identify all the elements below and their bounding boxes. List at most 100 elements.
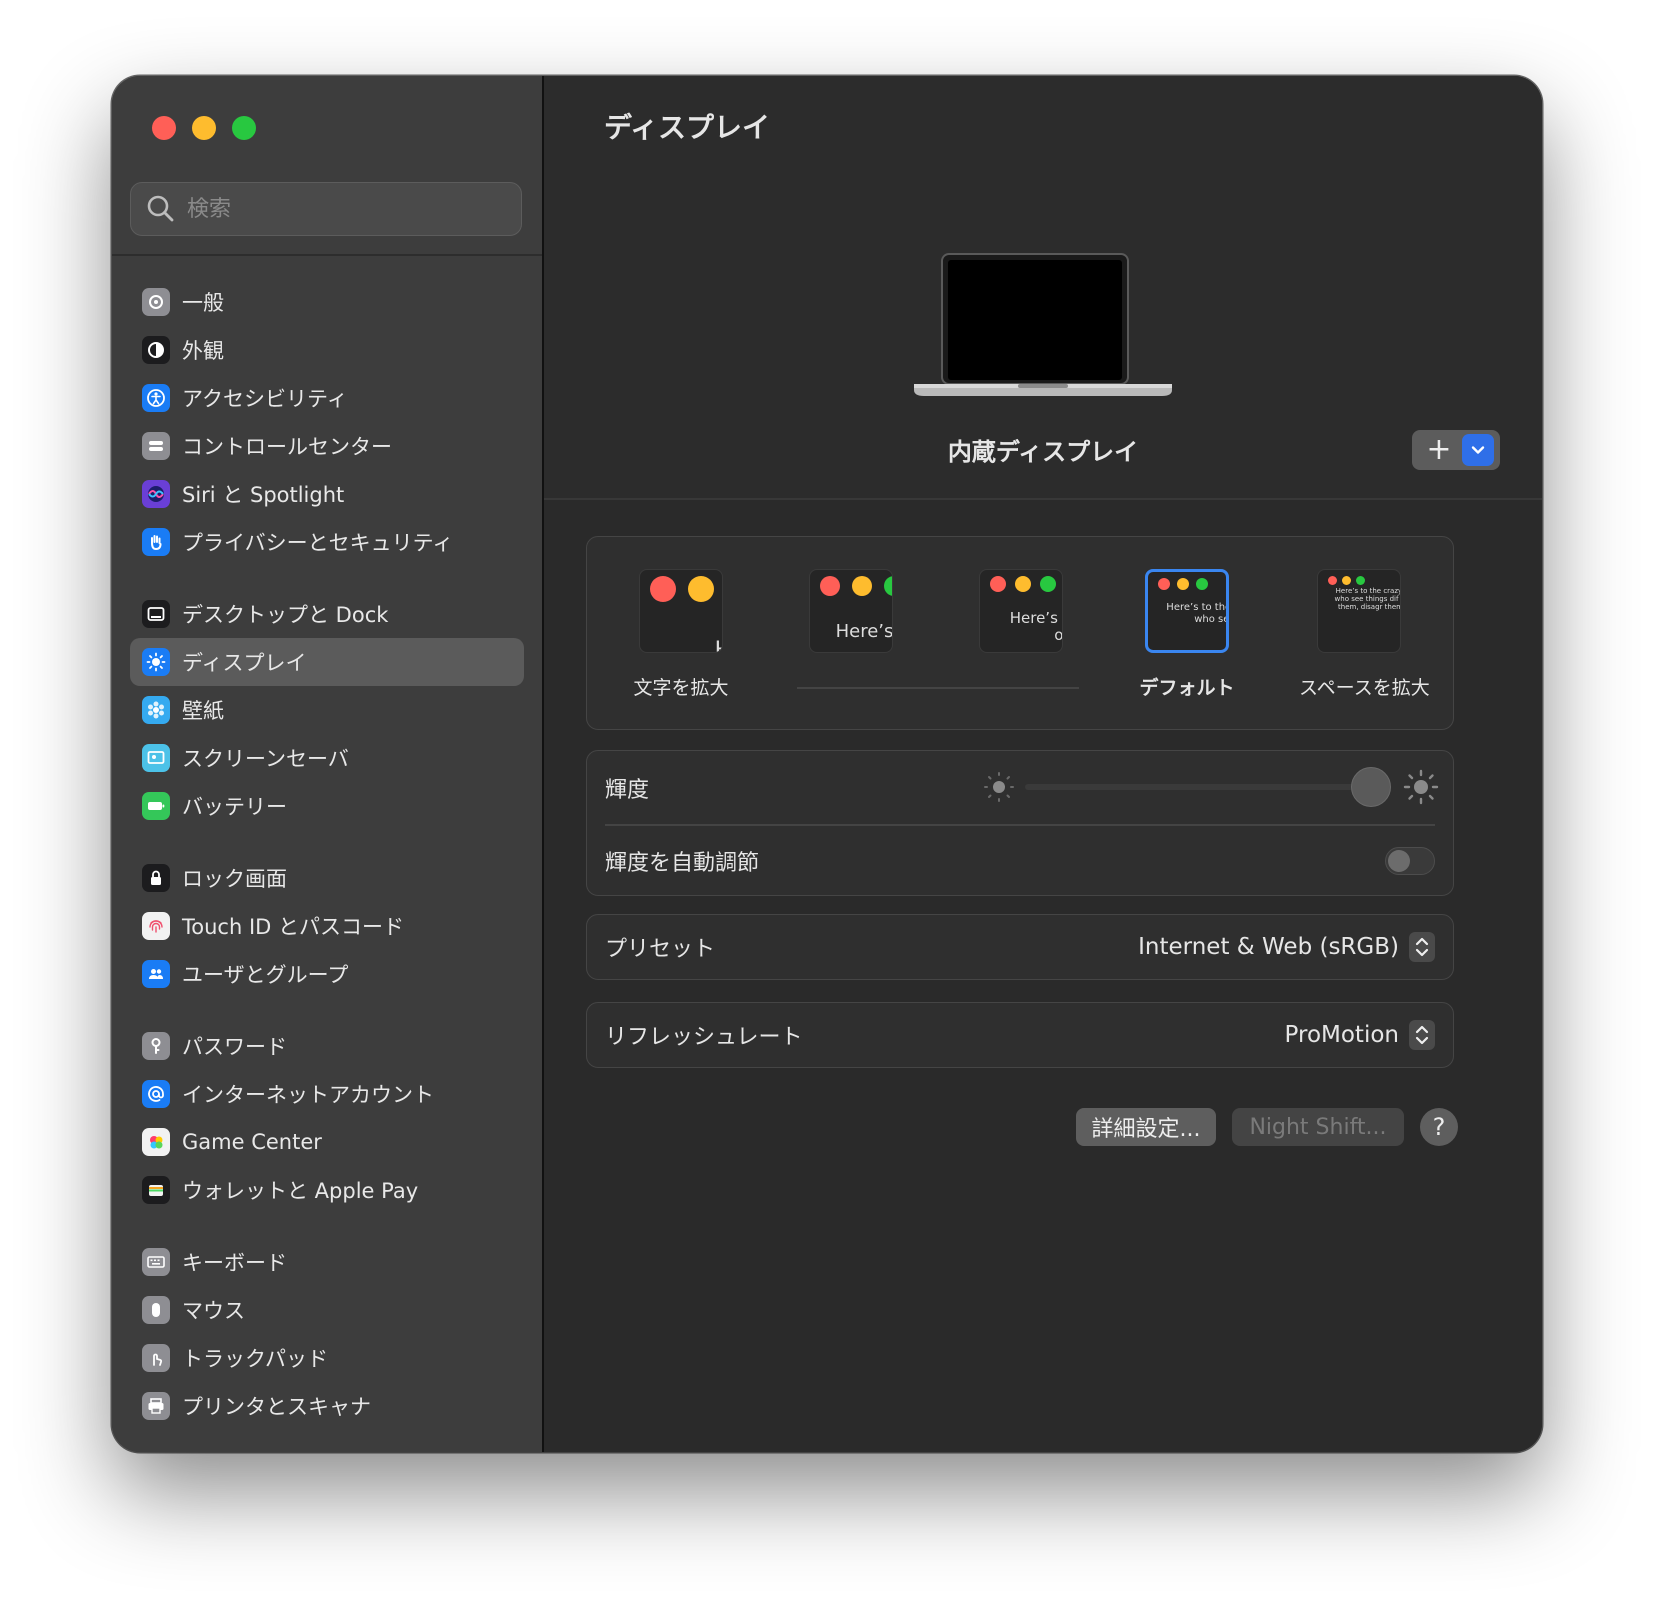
sidebar-item-wallet[interactable]: ウォレットと Apple Pay (130, 1166, 524, 1214)
auto-brightness-toggle[interactable] (1385, 847, 1435, 875)
preset-popup[interactable]: Internet & Web (sRGB) (1138, 932, 1435, 962)
page-title: ディスプレイ (604, 111, 771, 144)
sidebar-item-label: マウス (182, 1299, 245, 1323)
sidebar-item-key[interactable]: パスワード (130, 1022, 524, 1070)
brightness-icon (142, 648, 170, 676)
chevron-down-icon[interactable] (1462, 434, 1494, 466)
users-icon (142, 960, 170, 988)
sidebar-item-dock[interactable]: デスクトップと Dock (130, 590, 524, 638)
sidebar-item-accessibility[interactable]: アクセシビリティ (130, 374, 524, 422)
auto-brightness-row: 輝度を自動調節 (587, 825, 1453, 897)
night-shift-button[interactable]: Night Shift... (1232, 1108, 1404, 1146)
preset-row: プリセット Internet & Web (sRGB) (587, 915, 1453, 979)
updown-arrows-icon[interactable] (1409, 932, 1435, 962)
preview-window-dots (1328, 576, 1365, 585)
refresh-rate-card: リフレッシュレート ProMotion (586, 1002, 1454, 1068)
zoom-button[interactable] (232, 116, 256, 140)
display-arrangement: ディスプレイ 内蔵ディスプレイ + (544, 76, 1542, 500)
resolution-preview[interactable]: Here’s to troublem (809, 569, 893, 653)
refresh-rate-popup[interactable]: ProMotion (1285, 1020, 1435, 1050)
slider-track[interactable] (1025, 784, 1371, 790)
search-input[interactable] (185, 195, 509, 223)
sidebar-group: キーボードマウストラックパッドプリンタとスキャナ (130, 1238, 524, 1430)
resolution-preview[interactable]: Here’s to the crazy one troublemakers. T… (1317, 569, 1401, 653)
sidebar-item-screensaver[interactable]: スクリーンセーバ (130, 734, 524, 782)
key-icon (142, 1032, 170, 1060)
sidebar-item-label: アクセシビリティ (182, 387, 348, 411)
control-center-icon (142, 432, 170, 460)
gear-icon (142, 288, 170, 316)
sidebar-item-game-center[interactable]: Game Center (130, 1118, 524, 1166)
sidebar-group: デスクトップと Dock ディスプレイ壁紙 スクリーンセーバ バッテリー (130, 590, 524, 830)
sidebar-item-lock[interactable]: ロック画面 (130, 854, 524, 902)
resolution-preview[interactable]: Here’s to t troublema ones who (979, 569, 1063, 653)
slider-knob[interactable] (1351, 767, 1391, 807)
preview-window-dots (650, 576, 722, 602)
printer-icon (142, 1392, 170, 1420)
resolution-preview[interactable]: Here’s to the cr troublemakers. ones who… (1145, 569, 1229, 653)
sidebar-item-trackpad[interactable]: トラックパッド (130, 1334, 524, 1382)
sidebar-item-label: Siri と Spotlight (182, 483, 345, 507)
sidebar-item-label: コントロールセンター (182, 435, 392, 459)
mouse-icon (142, 1296, 170, 1324)
add-display-popup[interactable]: + (1412, 430, 1500, 470)
minimize-button[interactable] (192, 116, 216, 140)
resolution-option[interactable]: Here’s 文字を拡大 (621, 569, 741, 700)
fingerprint-icon (142, 912, 170, 940)
sidebar-item-fingerprint[interactable]: Touch ID とパスコード (130, 902, 524, 950)
sidebar: 一般外観アクセシビリティコントロールセンター Siri と Spotlight プラ… (112, 76, 544, 1452)
main-pane: ディスプレイ 内蔵ディスプレイ + Here’s 文字を拡大 Here’s to t… (544, 76, 1542, 1452)
sidebar-item-appearance[interactable]: 外観 (130, 326, 524, 374)
sidebar-item-users[interactable]: ユーザとグループ (130, 950, 524, 998)
display-name: 内蔵ディスプレイ (947, 438, 1139, 466)
sidebar-item-gear[interactable]: 一般 (130, 278, 524, 326)
sidebar-item-keyboard[interactable]: キーボード (130, 1238, 524, 1286)
sidebar-item-label: ウォレットと Apple Pay (182, 1179, 419, 1203)
siri-icon (142, 480, 170, 508)
screensaver-icon (142, 744, 170, 772)
preview-text: Here’s to t troublema ones who (1009, 609, 1063, 645)
resolution-option[interactable]: Here’s to t troublema ones who (961, 569, 1081, 653)
sidebar-item-battery[interactable]: バッテリー (130, 782, 524, 830)
preview-text: Here’s to the cr troublemakers. ones who… (1166, 602, 1229, 625)
auto-brightness-label: 輝度を自動調節 (605, 851, 760, 876)
resolution-label: デフォルト (1139, 677, 1235, 699)
resolution-label: スペースを拡大 (1299, 677, 1430, 699)
resolution-preview[interactable]: Here’s (639, 569, 723, 653)
resolution-option[interactable]: Here’s to the cr troublemakers. ones who… (1127, 569, 1247, 700)
sidebar-item-wallpaper[interactable]: 壁紙 (130, 686, 524, 734)
sidebar-item-mouse[interactable]: マウス (130, 1286, 524, 1334)
brightness-slider[interactable] (983, 767, 1439, 807)
search-field[interactable] (130, 182, 522, 236)
resolution-label: 文字を拡大 (633, 677, 729, 699)
resolution-option[interactable]: Here’s to the crazy one troublemakers. T… (1299, 569, 1430, 700)
updown-arrows-icon[interactable] (1409, 1020, 1435, 1050)
laptop-display-icon[interactable] (912, 252, 1174, 402)
sidebar-item-brightness[interactable]: ディスプレイ (130, 638, 524, 686)
sidebar-item-label: ディスプレイ (182, 651, 307, 675)
sidebar-item-at[interactable]: インターネットアカウント (130, 1070, 524, 1118)
close-button[interactable] (152, 116, 176, 140)
preview-text: Here’s (650, 638, 722, 652)
sidebar-item-label: インターネットアカウント (182, 1083, 434, 1107)
add-display-button[interactable]: + (1422, 435, 1456, 465)
resolution-option[interactable]: Here’s to troublem (791, 569, 911, 653)
advanced-settings-button[interactable]: 詳細設定... (1076, 1108, 1216, 1146)
trackpad-icon (142, 1344, 170, 1372)
sidebar-item-label: パスワード (182, 1035, 287, 1059)
sidebar-item-printer[interactable]: プリンタとスキャナ (130, 1382, 524, 1430)
preview-text: Here’s to troublem (835, 621, 893, 642)
sidebar-item-label: ユーザとグループ (182, 963, 349, 987)
sidebar-item-label: Touch ID とパスコード (182, 915, 404, 939)
sidebar-item-siri[interactable]: Siri と Spotlight (130, 470, 524, 518)
brightness-card: 輝度 輝度を自動調節 (586, 750, 1454, 896)
sidebar-item-label: プリンタとスキャナ (182, 1395, 371, 1419)
sidebar-item-hand[interactable]: プライバシーとセキュリティ (130, 518, 524, 566)
help-button[interactable]: ? (1420, 1108, 1458, 1146)
settings-window: 一般外観アクセシビリティコントロールセンター Siri と Spotlight プラ… (112, 76, 1542, 1452)
sidebar-item-control-center[interactable]: コントロールセンター (130, 422, 524, 470)
lock-icon (142, 864, 170, 892)
refresh-rate-row: リフレッシュレート ProMotion (587, 1003, 1453, 1067)
wallpaper-icon (142, 696, 170, 724)
preview-window-dots (1158, 578, 1208, 590)
